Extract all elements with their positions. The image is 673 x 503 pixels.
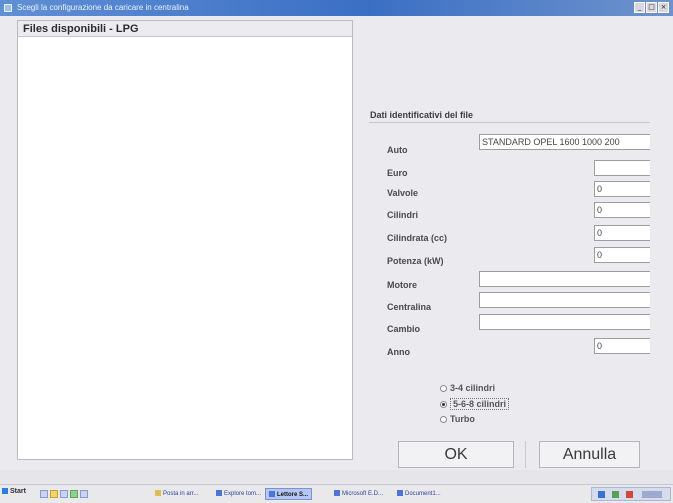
cilindrata-field[interactable]: 0 [594, 225, 650, 241]
document-icon [397, 490, 403, 497]
start-label: Start [10, 488, 26, 495]
taskbar-item-document[interactable]: Document1... [394, 488, 444, 500]
taskbar-item-microsoft[interactable]: Microsoft E.D... [331, 488, 386, 500]
field-label-cambio: Cambio [387, 324, 421, 334]
field-label-potenza: Potenza (kW) [387, 256, 444, 266]
button-separator [525, 441, 526, 468]
window-title-bar[interactable]: Scegli la configurazione da caricare in … [0, 0, 673, 16]
system-tray [591, 487, 671, 501]
minimize-button[interactable]: _ [634, 2, 645, 13]
taskbar-item-label: Microsoft E.D... [342, 491, 384, 497]
radio-button-checked-icon [440, 400, 447, 408]
taskbar-item-label: Posta in arr... [163, 491, 199, 497]
volume-icon[interactable] [612, 491, 619, 498]
taskbar-item-posta[interactable]: Posta in arr... [152, 488, 201, 500]
field-label-motore: Motore [387, 280, 417, 290]
radio-button-icon [440, 384, 447, 392]
quick-launch [40, 490, 88, 498]
field-label-cilindri: Cilindri [387, 210, 418, 220]
files-list-header: Files disponibili - LPG [18, 21, 352, 37]
field-label-valvole: Valvole [387, 188, 419, 198]
centralina-field[interactable] [479, 292, 650, 308]
radio-label: 5-6-8 cilindri [450, 398, 510, 410]
valvole-field[interactable]: 0 [594, 181, 650, 197]
potenza-field[interactable]: 0 [594, 247, 650, 263]
window-icon [334, 490, 340, 497]
radio-3-4-cilindri[interactable]: 3-4 cilindri [440, 383, 495, 393]
field-label-auto: Auto [387, 145, 408, 155]
window-controls: _ □ × [634, 2, 669, 13]
euro-field[interactable] [594, 160, 650, 176]
folder-icon [155, 490, 161, 497]
radio-label: 3-4 cilindri [450, 383, 496, 393]
folder-icon[interactable] [50, 490, 58, 498]
media-icon[interactable] [70, 490, 78, 498]
mail-icon[interactable] [60, 490, 68, 498]
field-label-centralina: Centralina [387, 302, 432, 312]
taskbar-item-label: Explore tom... [224, 491, 262, 497]
cambio-field[interactable] [479, 314, 650, 330]
taskbar-item-lettore[interactable]: Lettore S... [265, 488, 313, 500]
anno-field[interactable]: 0 [594, 338, 650, 354]
start-button[interactable]: Start [2, 488, 26, 495]
windows-logo-icon [2, 488, 8, 495]
cilindri-field[interactable]: 0 [594, 202, 650, 218]
window-title: Scegli la configurazione da caricare in … [17, 3, 189, 12]
taskbar-item-label: Lettore S... [277, 492, 309, 498]
taskbar: Start Posta in arr... Explore tom... Let… [0, 484, 673, 503]
window-icon [269, 491, 275, 498]
browser-icon[interactable] [40, 490, 48, 498]
files-list-panel[interactable]: Files disponibili - LPG [17, 20, 353, 460]
field-label-cilindrata: Cilindrata (cc) [387, 233, 448, 243]
cancel-button[interactable]: Annulla [539, 441, 640, 468]
taskbar-item-label: Document1... [405, 491, 441, 497]
close-button[interactable]: × [658, 2, 669, 13]
desktop-icon[interactable] [80, 490, 88, 498]
window-icon [216, 490, 222, 497]
motore-field[interactable] [479, 271, 650, 287]
antivirus-icon[interactable] [626, 491, 633, 498]
radio-label: Turbo [450, 414, 475, 424]
file-info-group-title: Dati identificativi del file [370, 110, 474, 120]
network-icon[interactable] [598, 491, 605, 498]
clock-icon[interactable] [642, 491, 662, 498]
taskbar-item-explore[interactable]: Explore tom... [213, 488, 264, 500]
auto-field[interactable]: STANDARD OPEL 1600 1000 200 [479, 134, 650, 150]
radio-button-icon [440, 415, 447, 423]
radio-5-6-8-cilindri[interactable]: 5-6-8 cilindri [440, 398, 510, 410]
field-label-euro: Euro [387, 168, 408, 178]
radio-turbo[interactable]: Turbo [440, 414, 475, 424]
app-icon [4, 4, 12, 12]
ok-button[interactable]: OK [398, 441, 514, 468]
field-label-anno: Anno [387, 347, 410, 357]
maximize-button[interactable]: □ [646, 2, 657, 13]
